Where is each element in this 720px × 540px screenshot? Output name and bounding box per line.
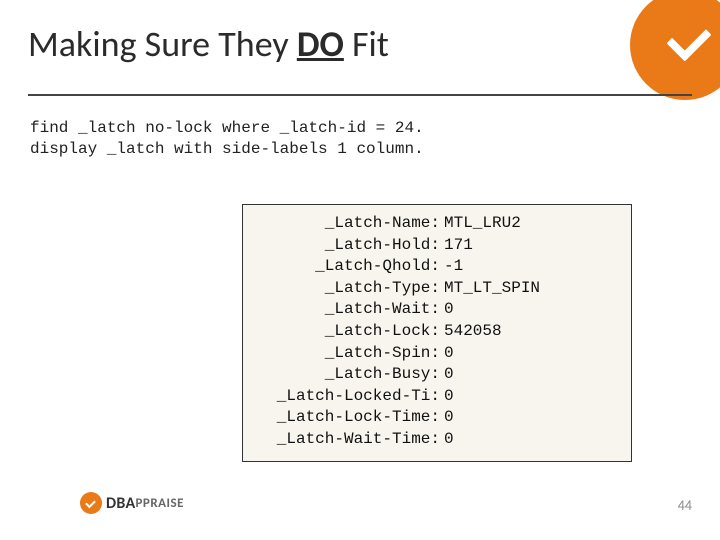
title-pre: Making Sure They: [28, 22, 297, 66]
output-label: _Latch-Type:: [255, 278, 444, 300]
check-circle-icon: [80, 492, 102, 514]
output-row: _Latch-Spin: 0: [255, 343, 619, 365]
output-label: _Latch-Spin:: [255, 343, 444, 365]
output-label: _Latch-Busy:: [255, 364, 444, 386]
output-row: _Latch-Type: MT_LT_SPIN: [255, 278, 619, 300]
output-label: _Latch-Hold:: [255, 235, 444, 257]
output-label: _Latch-Name:: [255, 213, 444, 235]
output-value: 0: [444, 429, 454, 451]
title-emphasis: DO: [297, 22, 344, 66]
output-value: 0: [444, 386, 454, 408]
output-value: 0: [444, 343, 454, 365]
brand-logo-icon: [620, 0, 720, 104]
output-label: _Latch-Wait-Time:: [255, 429, 444, 451]
output-value: MTL_LRU2: [444, 213, 521, 235]
output-label: _Latch-Locked-Ti:: [255, 386, 444, 408]
output-row: _Latch-Lock-Time: 0: [255, 407, 619, 429]
output-label: _Latch-Lock:: [255, 321, 444, 343]
output-value: 0: [444, 364, 454, 386]
page-title: Making Sure They DO Fit: [28, 22, 389, 66]
output-row: _Latch-Wait: 0: [255, 299, 619, 321]
output-row: _Latch-Qhold: -1: [255, 256, 619, 278]
output-value: 0: [444, 299, 454, 321]
brand-sub: PPRAISE: [136, 496, 185, 511]
output-box: _Latch-Name: MTL_LRU2 _Latch-Hold: 171 _…: [242, 204, 632, 462]
output-row: _Latch-Lock: 542058: [255, 321, 619, 343]
footer-brand: DBAPPRAISE: [80, 492, 184, 514]
slide: Making Sure They DO Fit find _latch no-l…: [0, 0, 720, 540]
output-label: _Latch-Lock-Time:: [255, 407, 444, 429]
page-number: 44: [678, 497, 692, 514]
output-label: _Latch-Qhold:: [255, 256, 444, 278]
output-row: _Latch-Busy: 0: [255, 364, 619, 386]
output-value: 0: [444, 407, 454, 429]
output-label: _Latch-Wait:: [255, 299, 444, 321]
output-row: _Latch-Name: MTL_LRU2: [255, 213, 619, 235]
title-divider: [28, 94, 692, 96]
code-block: find _latch no-lock where _latch-id = 24…: [30, 118, 424, 160]
output-value: 542058: [444, 321, 502, 343]
brand-main: DBA: [106, 494, 136, 513]
output-row: _Latch-Wait-Time: 0: [255, 429, 619, 451]
output-value: MT_LT_SPIN: [444, 278, 540, 300]
output-value: 171: [444, 235, 473, 257]
title-post: Fit: [344, 22, 389, 66]
output-row: _Latch-Locked-Ti: 0: [255, 386, 619, 408]
output-value: -1: [444, 256, 463, 278]
output-row: _Latch-Hold: 171: [255, 235, 619, 257]
